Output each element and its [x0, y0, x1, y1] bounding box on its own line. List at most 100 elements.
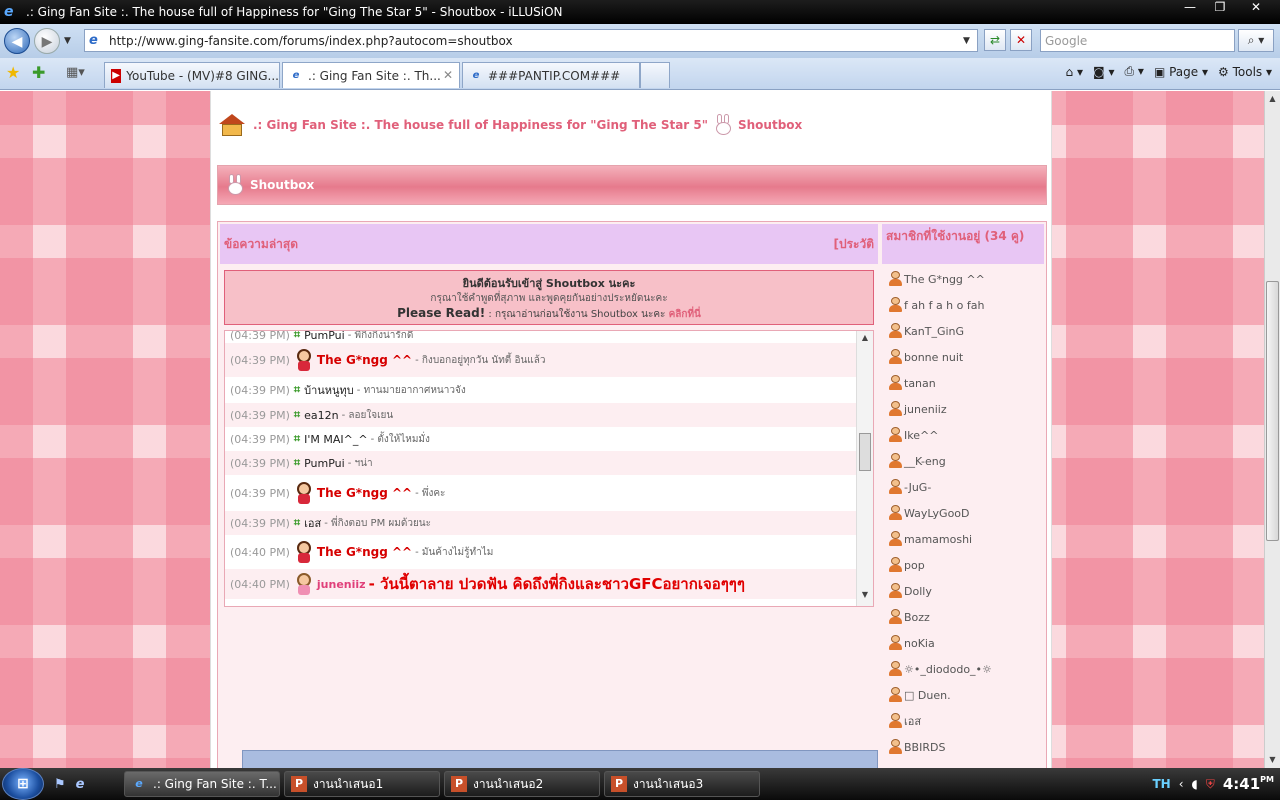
online-user-name[interactable]: เอส — [904, 712, 921, 730]
shout-input-bar[interactable] — [242, 750, 878, 768]
message-author[interactable]: The G*ngg ^^ — [317, 353, 412, 367]
message-scrollbar[interactable]: ▲ ▼ — [856, 331, 873, 606]
tools-menu[interactable]: ⚙ Tools ▾ — [1218, 65, 1272, 79]
security-icon[interactable]: ⛨ — [1206, 777, 1215, 792]
page-scrollbar[interactable]: ▲ ▼ — [1264, 91, 1280, 768]
forward-button[interactable]: ▶ — [34, 28, 60, 54]
home-icon[interactable]: ⌂ ▾ — [1066, 65, 1083, 79]
online-user-item[interactable]: BBIRDS — [882, 734, 1044, 760]
message-list[interactable]: (04:39 PM) ⌗ PumPui - พี่กิงกิงน่ารักดี (04:… — [224, 330, 874, 607]
online-user-name[interactable]: pop — [904, 559, 925, 572]
online-user-name[interactable]: __K-eng — [904, 455, 946, 468]
online-user-item[interactable]: f ah f a h o fah — [882, 292, 1044, 318]
online-user-item[interactable]: tanan — [882, 370, 1044, 396]
url-text[interactable]: http://www.ging-fansite.com/forums/index… — [109, 34, 963, 48]
tab-pantip[interactable]: e ###PANTIP.COM### — [462, 62, 640, 88]
message-author[interactable]: I'M MAI^_^ — [304, 433, 367, 446]
scroll-thumb[interactable] — [859, 433, 871, 471]
back-button[interactable]: ◀ — [4, 28, 30, 54]
scroll-down-icon[interactable]: ▼ — [1265, 752, 1280, 768]
online-user-item[interactable]: __K-eng — [882, 448, 1044, 474]
add-favorites-icon[interactable]: ✚ — [32, 64, 45, 82]
chevron-left-icon[interactable]: ‹ — [1179, 777, 1184, 791]
breadcrumb-current[interactable]: Shoutbox — [738, 118, 802, 132]
favorites-star-icon[interactable]: ★ — [6, 64, 20, 82]
message-author[interactable]: juneniiz — [317, 578, 366, 591]
chevron-down-icon[interactable]: ▼ — [963, 36, 977, 46]
online-user-item[interactable]: เอส — [882, 708, 1044, 734]
new-tab-button[interactable] — [640, 62, 670, 88]
online-user-name[interactable]: KanT_GinG — [904, 325, 964, 338]
online-user-name[interactable]: juneniiz — [904, 403, 947, 416]
online-user-item[interactable]: Bozz — [882, 604, 1044, 630]
online-user-item[interactable]: mamamoshi — [882, 526, 1044, 552]
quick-tabs-icon[interactable]: ▦▾ — [66, 64, 85, 82]
volume-icon[interactable]: ◖ — [1192, 777, 1198, 791]
start-button[interactable]: ⊞ — [2, 768, 44, 800]
ie-icon[interactable]: e — [76, 777, 85, 792]
message-author[interactable]: The G*ngg ^^ — [317, 545, 412, 559]
taskbar-item-presentation2[interactable]: P งานนำเสนอ2 — [444, 771, 600, 797]
online-user-item[interactable]: bonne nuit — [882, 344, 1044, 370]
history-dropdown-icon[interactable]: ▼ — [64, 36, 71, 46]
scroll-down-icon[interactable]: ▼ — [857, 590, 873, 604]
page-menu[interactable]: ▣ Page ▾ — [1154, 65, 1208, 79]
online-user-name[interactable]: Dolly — [904, 585, 932, 598]
close-tab-icon[interactable]: ✕ — [443, 68, 453, 82]
refresh-button[interactable]: ⇄ — [984, 29, 1006, 51]
print-icon[interactable]: ⎙ ▾ — [1125, 64, 1144, 79]
online-user-name[interactable]: BBIRDS — [904, 741, 945, 754]
message-author[interactable]: บ้านหนูทุบ — [304, 381, 354, 399]
online-user-name[interactable]: f ah f a h o fah — [904, 299, 984, 312]
online-user-item[interactable]: □ Duen. — [882, 682, 1044, 708]
online-user-name[interactable]: noKia — [904, 637, 935, 650]
scroll-thumb[interactable] — [1266, 281, 1279, 541]
message-author[interactable]: PumPui — [304, 457, 345, 470]
history-link[interactable]: [ประวัติ — [833, 235, 874, 254]
online-user-item[interactable]: WayLyGooD — [882, 500, 1044, 526]
message-author[interactable]: The G*ngg ^^ — [317, 486, 412, 500]
online-user-name[interactable]: Bozz — [904, 611, 930, 624]
tab-youtube[interactable]: ▶ YouTube - (MV)#8 GING... — [104, 62, 280, 88]
online-user-item[interactable]: KanT_GinG — [882, 318, 1044, 344]
taskbar-item-presentation1[interactable]: P งานนำเสนอ1 — [284, 771, 440, 797]
taskbar-item-ging[interactable]: e .: Ging Fan Site :. T... — [124, 771, 280, 797]
maximize-button[interactable]: ❐ — [1206, 0, 1234, 16]
online-user-item[interactable]: pop — [882, 552, 1044, 578]
online-user-item[interactable]: ☼•_diododo_•☼ — [882, 656, 1044, 682]
taskbar-item-presentation3[interactable]: P งานนำเสนอ3 — [604, 771, 760, 797]
address-bar[interactable]: e http://www.ging-fansite.com/forums/ind… — [84, 29, 978, 52]
online-user-name[interactable]: WayLyGooD — [904, 507, 970, 520]
message-author[interactable]: ea12n — [304, 409, 338, 422]
search-input[interactable]: Google — [1040, 29, 1235, 52]
online-user-item[interactable]: noKia — [882, 630, 1044, 656]
feeds-icon[interactable]: ◙ ▾ — [1093, 65, 1114, 79]
tab-ging-fan-site[interactable]: e .: Ging Fan Site :. Th... ✕ — [282, 62, 460, 88]
online-user-name[interactable]: bonne nuit — [904, 351, 963, 364]
message-author[interactable]: เอส — [304, 514, 321, 532]
online-user-item[interactable]: juneniiz — [882, 396, 1044, 422]
online-user-item[interactable]: The G*ngg ^^ — [882, 266, 1044, 292]
online-user-name[interactable]: -JuG- — [904, 481, 931, 494]
online-user-name[interactable]: The G*ngg ^^ — [904, 273, 985, 286]
message-author[interactable]: PumPui — [304, 331, 345, 342]
quick-launch-icon[interactable]: ⚑ — [54, 777, 66, 792]
message-row: (04:40 PM) juneniiz - วันนี้ตาลาย ปวดฟัน ค… — [225, 569, 857, 599]
online-user-item[interactable]: Dolly — [882, 578, 1044, 604]
online-user-item[interactable]: Ike^^ — [882, 422, 1044, 448]
scroll-up-icon[interactable]: ▲ — [1265, 91, 1280, 107]
online-user-name[interactable]: tanan — [904, 377, 936, 390]
online-user-name[interactable]: mamamoshi — [904, 533, 972, 546]
breadcrumb-site-link[interactable]: .: Ging Fan Site :. The house full of Ha… — [253, 118, 708, 132]
click-here-link[interactable]: คลิกที่นี่ — [669, 309, 701, 320]
scroll-up-icon[interactable]: ▲ — [857, 333, 873, 347]
online-user-item[interactable]: -JuG- — [882, 474, 1044, 500]
language-indicator[interactable]: TH — [1152, 777, 1170, 791]
minimize-button[interactable]: — — [1176, 0, 1204, 16]
search-button[interactable]: ⌕ ▾ — [1238, 29, 1274, 52]
online-user-name[interactable]: □ Duen. — [904, 689, 951, 702]
online-user-name[interactable]: ☼•_diododo_•☼ — [904, 663, 992, 676]
stop-button[interactable]: ✕ — [1010, 29, 1032, 51]
online-user-name[interactable]: Ike^^ — [904, 429, 938, 442]
close-button[interactable]: ✕ — [1236, 0, 1276, 16]
